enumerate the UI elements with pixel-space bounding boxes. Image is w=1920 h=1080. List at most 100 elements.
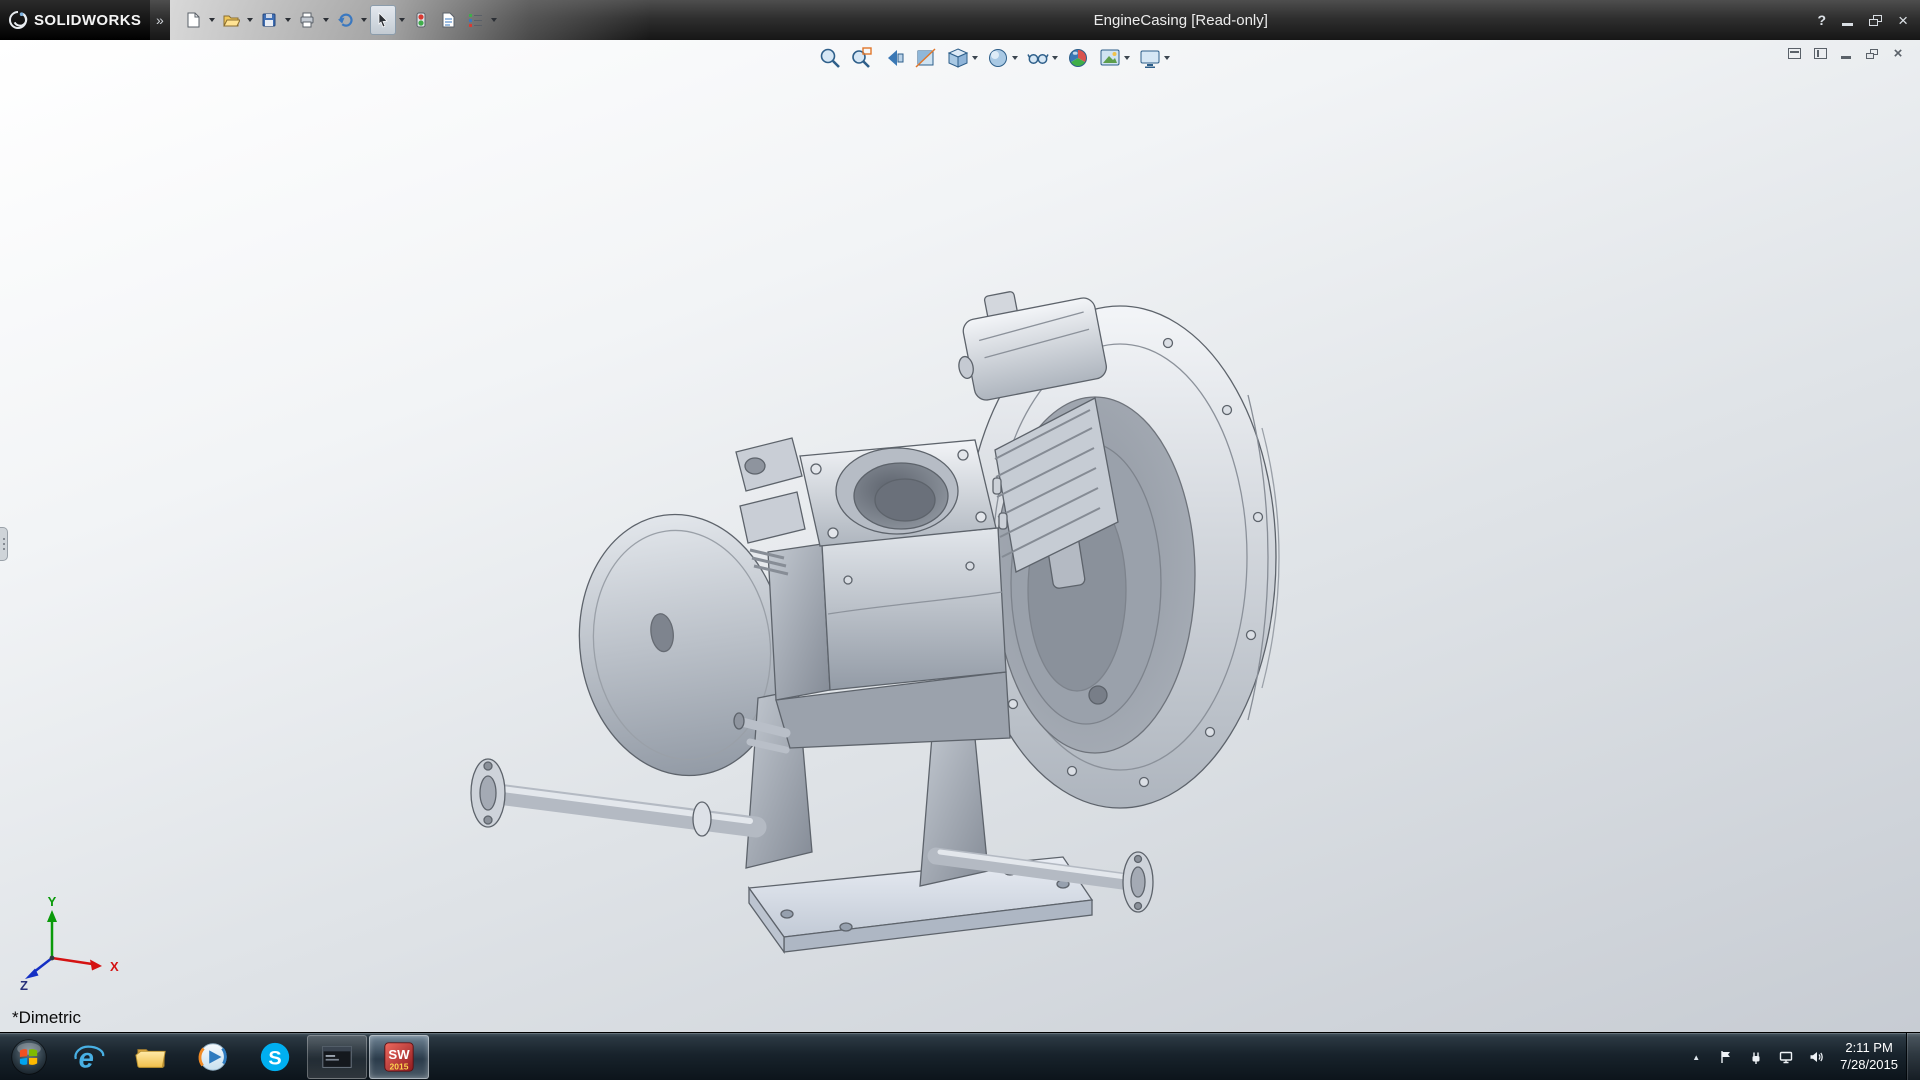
window-title: EngineCasing [Read-only] [1094,0,1268,40]
start-button[interactable] [0,1033,58,1080]
engine-casing-model[interactable] [450,270,1290,980]
heads-up-toolbar [815,44,1173,72]
previous-view-button[interactable] [879,44,909,72]
action-center-button[interactable] [1716,1044,1736,1070]
graphics-viewport[interactable]: × [0,40,1920,1032]
section-view-icon [914,46,938,70]
undo-button[interactable] [332,5,358,35]
save-button[interactable] [256,5,282,35]
document-new-window-button[interactable] [1810,45,1830,62]
zoom-to-area-icon [850,46,874,70]
minimize-button[interactable] [1842,14,1853,26]
triad-x-label: X [110,959,119,974]
triad-z-label: Z [20,978,28,992]
chevron-down-icon [323,18,329,22]
close-button[interactable]: × [1898,12,1908,29]
menu-toolbar [170,0,650,40]
command-prompt-window-icon [320,1040,354,1074]
edit-appearance-button[interactable] [1063,44,1093,72]
hide-show-items-button[interactable] [1023,44,1061,72]
taskbar-app-solidworks[interactable]: SW 2015 [369,1035,429,1079]
select-cursor-icon [374,11,392,29]
open-document-dropdown[interactable] [244,5,255,35]
triad-y-arrow [47,910,57,922]
power-status-button[interactable] [1746,1044,1766,1070]
document-window-button[interactable] [1784,45,1804,62]
document-close-button[interactable]: × [1888,45,1908,62]
taskbar-app-windows-explorer[interactable] [121,1035,181,1079]
hide-show-glasses-icon [1026,46,1050,70]
help-button[interactable]: ? [1818,12,1827,28]
open-document-button[interactable] [218,5,244,35]
undo-dropdown[interactable] [358,5,369,35]
taskbar-clock[interactable]: 2:11 PM 7/28/2015 [1836,1040,1902,1074]
taskbar-app-media-player[interactable] [183,1035,243,1079]
panel-splitter-handle[interactable] [0,527,8,561]
display-style-icon [986,46,1010,70]
toolbar-group-undo [332,5,369,35]
view-settings-button[interactable] [1135,44,1173,72]
file-properties-icon [439,11,457,29]
svg-text:SW: SW [388,1046,410,1061]
zoom-to-area-button[interactable] [847,44,877,72]
taskbar-app-internet-explorer[interactable]: e [59,1035,119,1079]
options-button[interactable] [462,5,488,35]
brand: SOLIDWORKS [0,0,150,40]
display-style-button[interactable] [983,44,1021,72]
rebuild-button[interactable] [408,5,434,35]
window-controls: ? × [1818,0,1909,40]
minimize-icon [1841,56,1851,59]
options-dropdown[interactable] [488,5,499,35]
toolbar-group-new [180,5,217,35]
print-button[interactable] [294,5,320,35]
internet-explorer-icon: e [72,1040,106,1074]
restore-button[interactable] [1869,15,1882,26]
solidworks-app-icon: SW 2015 [382,1040,416,1074]
chevron-down-icon [399,18,405,22]
titlebar: SOLIDWORKS » [0,0,1920,40]
chevron-down-icon [1164,56,1170,60]
toolbar-group-save [256,5,293,35]
select-button[interactable] [370,5,396,35]
new-document-dropdown[interactable] [206,5,217,35]
save-dropdown[interactable] [282,5,293,35]
media-player-icon [196,1040,230,1074]
triad-x-arrow [90,960,102,971]
view-orientation-label: *Dimetric [12,1008,81,1028]
document-window-controls: × [1784,45,1908,62]
show-desktop-button[interactable] [1906,1033,1920,1080]
document-restore-button[interactable] [1862,45,1882,62]
volume-button[interactable] [1806,1044,1826,1070]
window-split-icon [1814,48,1827,59]
document-minimize-button[interactable] [1836,45,1856,62]
file-properties-button[interactable] [435,5,461,35]
network-status-button[interactable] [1776,1044,1796,1070]
view-settings-monitor-icon [1138,46,1162,70]
select-dropdown[interactable] [396,5,407,35]
new-document-icon [184,11,202,29]
taskbar: e S [0,1032,1920,1080]
toolbar-group-rebuild [408,5,434,35]
toolbar-group-file-properties [435,5,461,35]
brand-text: SOLIDWORKS [34,12,141,29]
print-dropdown[interactable] [320,5,331,35]
options-list-icon [466,11,484,29]
toolbar-group-print [294,5,331,35]
section-view-button[interactable] [911,44,941,72]
taskbar-app-command-prompt[interactable] [307,1035,367,1079]
previous-view-icon [882,46,906,70]
chevron-down-icon [1012,56,1018,60]
chevron-down-icon [209,18,215,22]
tray-expand-button[interactable]: ▲ [1686,1044,1706,1070]
zoom-to-fit-button[interactable] [815,44,845,72]
skype-icon: S [258,1040,292,1074]
view-orientation-button[interactable] [943,44,981,72]
system-tray: ▲ [1686,1033,1902,1080]
print-icon [298,11,316,29]
taskbar-app-skype[interactable]: S [245,1035,305,1079]
apply-scene-button[interactable] [1095,44,1133,72]
clock-date: 7/28/2015 [1840,1057,1898,1074]
new-document-button[interactable] [180,5,206,35]
menu-expand-chevron[interactable]: » [152,0,168,40]
orientation-triad[interactable]: Y X Z [18,896,128,992]
